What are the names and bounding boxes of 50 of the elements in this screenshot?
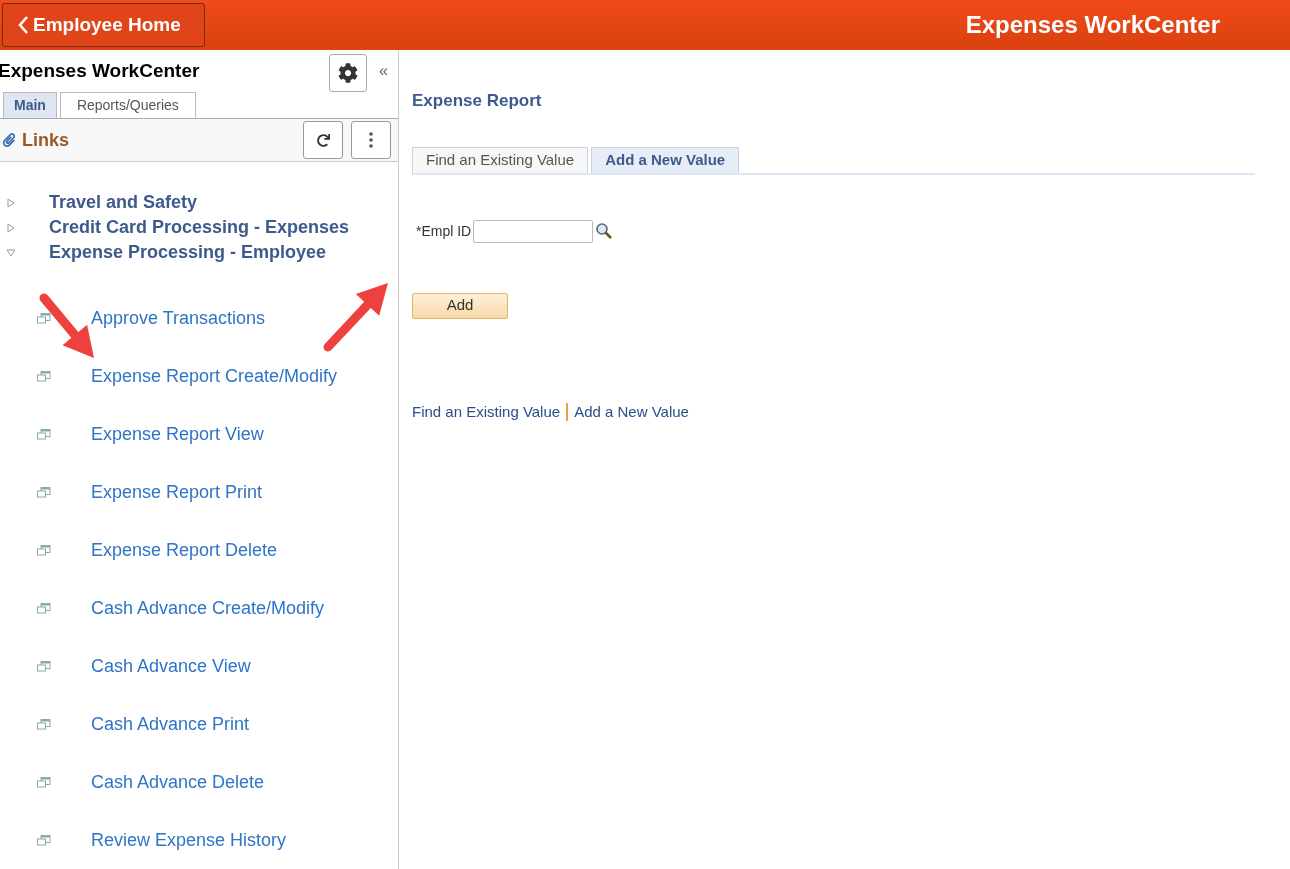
page-link[interactable]: Expense Report Print (91, 478, 263, 506)
add-button[interactable]: Add (412, 292, 508, 319)
folder-link[interactable]: Credit Card Processing - Expenses (49, 214, 350, 241)
search-icon[interactable] (595, 222, 614, 240)
settings-icon (338, 63, 359, 84)
page-link[interactable]: Review Expense History (91, 826, 287, 854)
window-icon (37, 602, 51, 614)
page-link[interactable]: Approve Transactions (91, 304, 266, 332)
empl-id-field[interactable] (473, 219, 594, 243)
page-link[interactable]: Expense Report Delete (91, 536, 278, 564)
page-link[interactable]: Cash Advance Delete (91, 768, 265, 796)
sidebar-title: Expenses WorkCenter (0, 59, 201, 83)
page-title: Expenses WorkCenter (965, 10, 1220, 40)
window-icon (37, 370, 51, 382)
page-link[interactable]: Expense Report Create/Modify (91, 362, 338, 390)
more-icon (369, 132, 373, 149)
window-icon (37, 486, 51, 498)
window-icon (37, 428, 51, 440)
chevron-left-icon (17, 15, 29, 35)
settings-button[interactable] (329, 54, 368, 93)
folder-link[interactable]: Expense Processing - Employee (49, 239, 327, 266)
sidebar-tab[interactable]: Main (3, 92, 57, 119)
expand-arrow-icon[interactable] (7, 223, 15, 232)
form-tab[interactable]: Find an Existing Value (412, 146, 589, 173)
form-title: Expense Report (412, 90, 542, 112)
page-link[interactable]: Expense Report View (91, 420, 264, 448)
page-link[interactable]: Cash Advance Create/Modify (91, 594, 325, 622)
form-tab[interactable]: Add a New Value (591, 146, 740, 173)
window-icon (37, 660, 51, 672)
more-button[interactable] (351, 121, 391, 160)
page-link[interactable]: Cash Advance View (91, 652, 251, 680)
collapse-arrow-icon[interactable] (7, 248, 15, 257)
refresh-button[interactable] (303, 121, 343, 160)
window-icon (37, 312, 51, 324)
window-icon (37, 776, 51, 788)
folder-link[interactable]: Travel and Safety (49, 189, 198, 216)
sidebar-tab[interactable]: Reports/Queries (59, 92, 196, 119)
back-button[interactable]: Employee Home (2, 3, 205, 47)
footer-link[interactable]: Add a New Value (574, 400, 689, 423)
window-icon (37, 718, 51, 730)
paperclip-icon (2, 133, 16, 148)
page-link[interactable]: Cash Advance Print (91, 710, 250, 738)
collapse-button[interactable]: « (379, 59, 388, 84)
refresh-icon (316, 133, 330, 147)
window-icon (37, 544, 51, 556)
expand-arrow-icon[interactable] (7, 198, 15, 207)
window-icon (37, 834, 51, 846)
footer-link[interactable]: Find an Existing Value (412, 400, 561, 423)
field-label: *Empl ID (416, 221, 472, 241)
links-title: Links (22, 128, 70, 152)
